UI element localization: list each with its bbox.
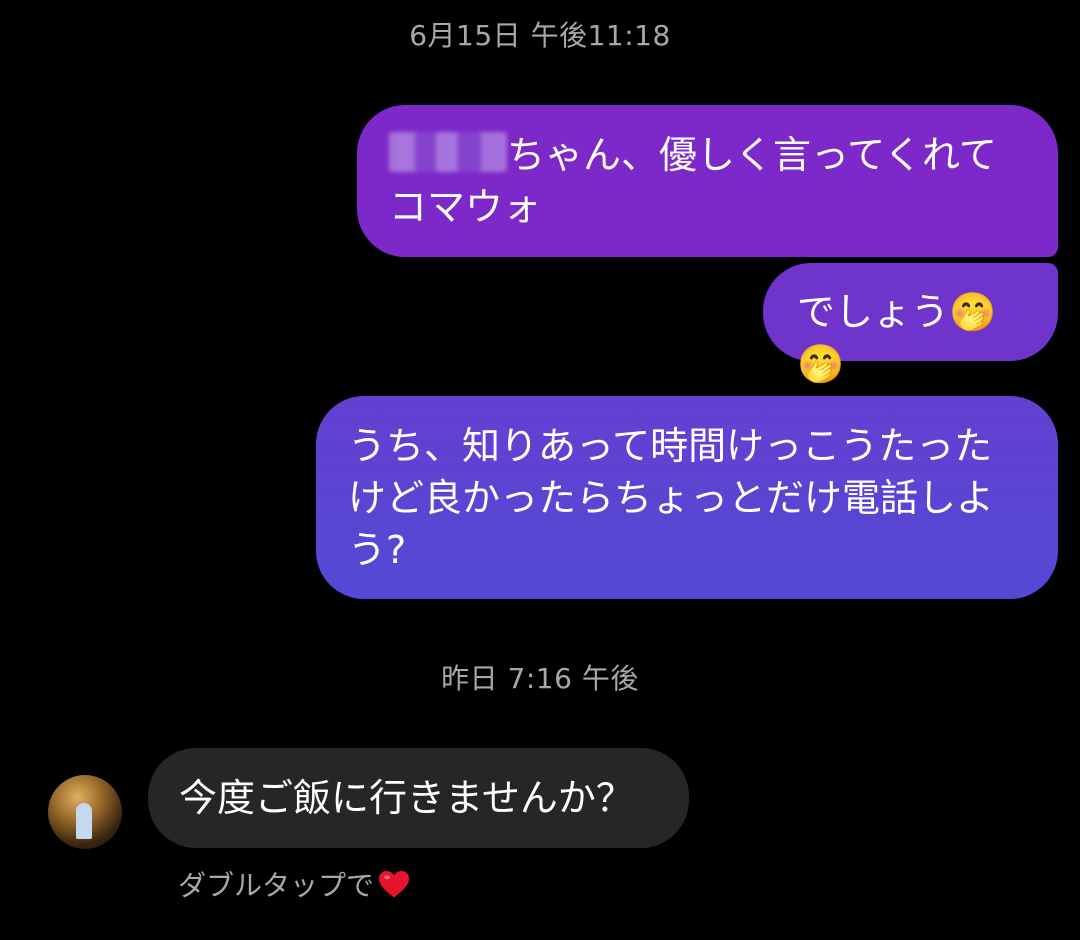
message-text-line2: コマウォ — [389, 185, 542, 229]
message-text: でしょう🤭🤭 — [797, 290, 997, 386]
outgoing-message-bubble[interactable]: ちゃん、優しく言ってくれて コマウォ — [357, 105, 1058, 257]
message-text: 今度ご飯に行きませんか？ — [179, 776, 634, 820]
outgoing-message-bubble[interactable]: うち、知りあって時間けっこうたったけど良かったらちょっとだけ電話しよう? — [316, 396, 1058, 599]
avatar-figure — [76, 803, 92, 839]
message-text-line1: ちゃん、優しく言ってくれて — [507, 133, 997, 177]
double-tap-hint: ダブルタップで — [178, 864, 412, 904]
message-text: うち、知りあって時間けっこうたったけど良かったらちょっとだけ電話しよう? — [348, 424, 995, 572]
timestamp-date: 6月15日 午後11:18 — [409, 19, 671, 52]
heart-icon — [379, 870, 410, 898]
outgoing-message-bubble[interactable]: でしょう🤭🤭 — [763, 263, 1058, 386]
blurred-name — [389, 132, 507, 172]
double-tap-label: ダブルタップで — [178, 869, 375, 902]
avatar[interactable] — [48, 775, 122, 849]
incoming-message-bubble[interactable]: 今度ご飯に行きませんか？ — [148, 748, 689, 848]
timestamp-yesterday: 昨日 7:16 午後 — [441, 662, 639, 695]
